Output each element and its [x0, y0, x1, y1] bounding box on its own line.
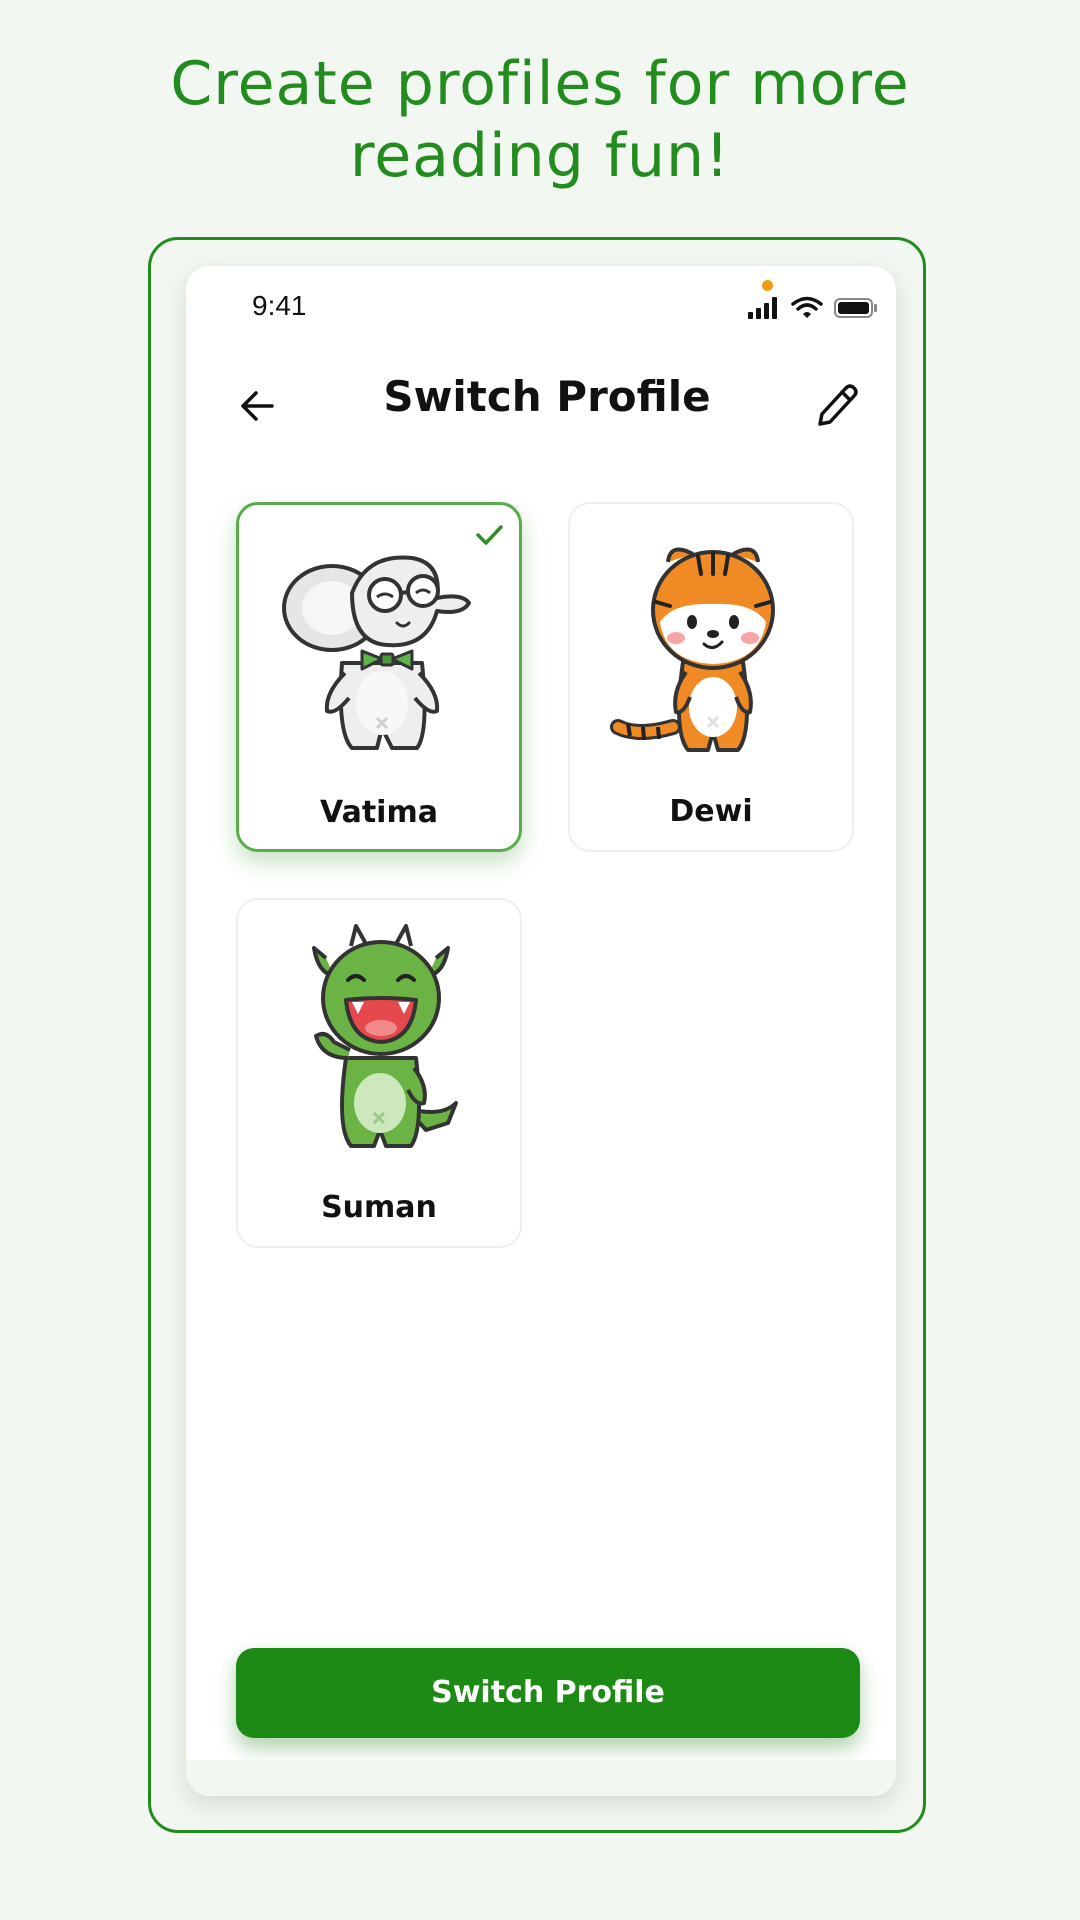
wifi-icon	[791, 296, 823, 324]
profile-card-suman[interactable]: Suman	[236, 898, 522, 1248]
headline-line-2: reading fun!	[349, 121, 731, 191]
phone-screen: 9:41 Switch Profile Vatima Dewi Suman Sw…	[186, 266, 896, 1796]
battery-icon	[834, 297, 878, 323]
profile-card-vatima[interactable]: Vatima	[236, 502, 522, 852]
privacy-indicator-dot	[762, 280, 773, 291]
elephant-avatar	[282, 555, 471, 750]
signal-icon	[748, 297, 782, 323]
promo-headline: Create profiles for more reading fun!	[0, 48, 1080, 192]
profile-name: Vatima	[320, 795, 438, 830]
home-indicator-area	[186, 1760, 896, 1796]
profile-card-dewi[interactable]: Dewi	[568, 502, 854, 852]
headline-line-1: Create profiles for more	[170, 49, 910, 119]
edit-profiles-button[interactable]	[812, 380, 862, 430]
status-time: 9:41	[252, 290, 307, 321]
page-title: Switch Profile	[383, 372, 711, 421]
dragon-avatar	[312, 924, 458, 1148]
profile-name: Suman	[321, 1190, 437, 1225]
switch-profile-button[interactable]: Switch Profile	[236, 1648, 860, 1738]
tiger-avatar	[610, 547, 775, 752]
status-icons	[748, 296, 878, 324]
profile-name: Dewi	[669, 794, 753, 829]
pencil-icon	[818, 384, 858, 426]
